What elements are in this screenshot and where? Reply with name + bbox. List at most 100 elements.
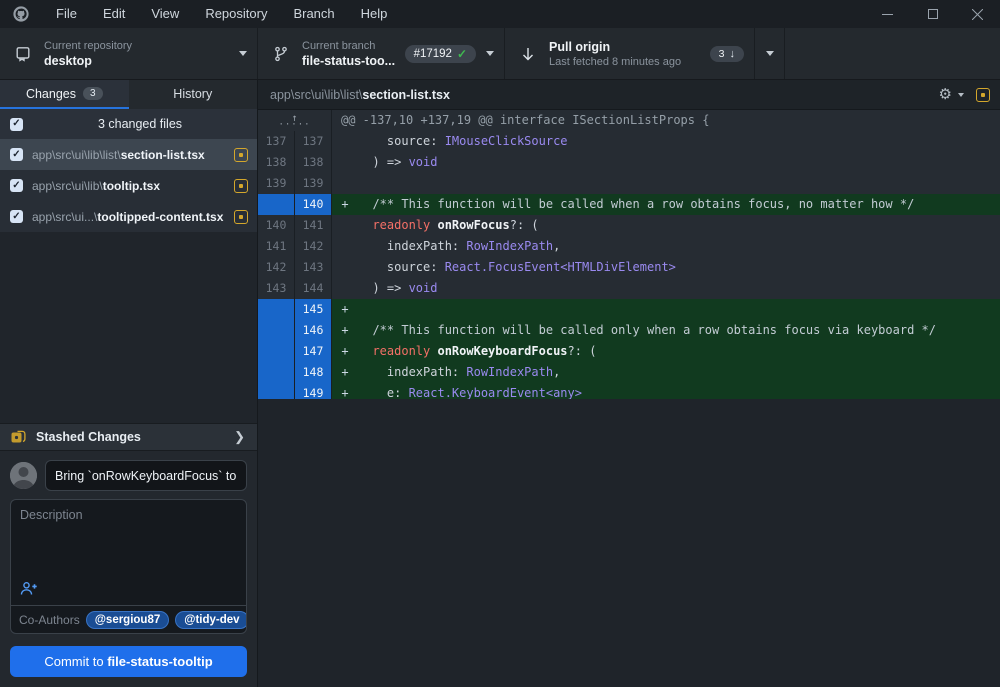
pr-badge[interactable]: #17192 ✓ — [405, 45, 476, 63]
menu-view[interactable]: View — [138, 0, 192, 28]
diff-line[interactable]: 138138 ) => void — [258, 152, 1000, 173]
file-path: app\src\ui\lib\list\section-list.tsx — [32, 148, 228, 162]
file-dir: app\src\ui\lib\ — [32, 179, 103, 193]
pull-options-button[interactable] — [755, 28, 785, 79]
diff-line[interactable]: 137137 source: IMouseClickSource — [258, 131, 1000, 152]
tab-label: History — [173, 87, 212, 101]
file-row[interactable]: ✓app\src\ui...\tooltipped-content.tsx — [0, 201, 257, 232]
pr-number: #17192 — [414, 48, 452, 60]
repository-icon — [14, 46, 32, 62]
pull-origin-button[interactable]: Pull origin Last fetched 8 minutes ago 3… — [505, 28, 755, 79]
old-line-number: 139 — [258, 173, 295, 194]
minimize-button[interactable] — [865, 0, 910, 28]
file-dir: app\src\ui\lib\list\ — [32, 148, 121, 162]
diff-options-caret-icon[interactable] — [958, 93, 964, 97]
new-line-number: 138 — [295, 152, 332, 173]
diff-file-dir: app\src\ui\lib\list\ — [270, 88, 362, 102]
diff-line-marker: + — [332, 362, 358, 383]
commit-button-branch: file-status-tooltip — [107, 654, 212, 669]
coauthor-pill[interactable]: @tidy-dev — [175, 611, 247, 629]
tab-history[interactable]: History — [129, 80, 258, 109]
close-button[interactable] — [955, 0, 1000, 28]
diff-options-gear-icon[interactable]: ⚙ — [939, 87, 952, 102]
menu-branch[interactable]: Branch — [280, 0, 347, 28]
diff-line-marker: + — [332, 383, 358, 399]
diff-line-marker: + — [332, 194, 358, 215]
menu-help[interactable]: Help — [348, 0, 401, 28]
diff-line-marker — [332, 215, 358, 236]
diff-line[interactable]: 140+ /** This function will be called wh… — [258, 194, 1000, 215]
commit-button[interactable]: Commit to file-status-tooltip — [10, 646, 247, 677]
pull-count-badge: 3 ↓ — [710, 46, 744, 62]
diff-line[interactable]: 141142 indexPath: RowIndexPath, — [258, 236, 1000, 257]
diff-line[interactable]: 148+ indexPath: RowIndexPath, — [258, 362, 1000, 383]
expand-hunk-up-button[interactable]: ↑····· — [258, 110, 332, 131]
file-dir: app\src\ui...\ — [32, 210, 97, 224]
commit-summary-input[interactable] — [45, 460, 247, 491]
diff-line[interactable]: 142143 source: React.FocusEvent<HTMLDivE… — [258, 257, 1000, 278]
new-line-number: 137 — [295, 131, 332, 152]
diff-line[interactable]: 139139 — [258, 173, 1000, 194]
changed-files-list: ✓ app\src\ui\lib\list\section-list.tsx ✓ ap… — [0, 139, 257, 232]
current-repository-button[interactable]: Current repository desktop — [0, 28, 258, 79]
chevron-right-icon: ❯ — [234, 429, 245, 445]
checks-passed-icon: ✓ — [457, 47, 467, 61]
diff-code: indexPath: RowIndexPath, — [358, 362, 1000, 383]
arrow-down-icon — [519, 46, 537, 62]
file-row[interactable]: ✓ app\src\ui\lib\tooltip.tsx — [0, 170, 257, 201]
menu-file[interactable]: File — [43, 0, 90, 28]
coauthors-footer: Co-Authors @sergiou87@tidy-dev — [11, 605, 246, 633]
tab-changes[interactable]: Changes3 — [0, 80, 129, 109]
changes-history-tabs: Changes3 History — [0, 80, 257, 109]
diff-line[interactable]: 145+ — [258, 299, 1000, 320]
coauthor-pill[interactable]: @sergiou87 — [86, 611, 170, 629]
file-path: app\src\ui\lib\tooltip.tsx — [32, 179, 228, 193]
diff-code: e: React.KeyboardEvent<any> — [358, 383, 1000, 399]
badge-arrow-down-icon: ↓ — [730, 48, 736, 60]
new-line-number: 144 — [295, 278, 332, 299]
current-branch-button[interactable]: Current branch file-status-too... #17192… — [258, 28, 505, 79]
stashed-changes-row[interactable]: Stashed Changes ❯ — [0, 423, 257, 451]
pull-title: Pull origin — [549, 39, 710, 55]
diff-line-marker — [332, 131, 358, 152]
commit-form: Description Co-Authors @sergiou87@tidy-d… — [0, 451, 257, 687]
diff-code: ) => void — [358, 278, 1000, 299]
diff-file-name: section-list.tsx — [362, 88, 450, 102]
diff-line-marker: + — [332, 299, 358, 320]
menu-repository[interactable]: Repository — [192, 0, 280, 28]
diff-line: ↑·····@@ -137,10 +137,19 @@ interface IS… — [258, 110, 1000, 131]
file-checkbox[interactable]: ✓ — [10, 210, 23, 223]
file-modified-status-icon — [976, 88, 990, 102]
select-all-checkbox[interactable]: ✓ — [10, 118, 23, 131]
menu-edit[interactable]: Edit — [90, 0, 138, 28]
file-name: section-list.tsx — [121, 148, 205, 162]
commit-description-box[interactable]: Description Co-Authors @sergiou87@tidy-d… — [10, 499, 247, 634]
dots-icon: ····· — [278, 123, 310, 128]
branch-icon — [272, 46, 290, 62]
commit-button-prefix: Commit to — [44, 654, 107, 669]
github-logo-icon — [13, 6, 29, 22]
tab-label: Changes — [26, 87, 76, 101]
branch-name: file-status-too... — [302, 53, 405, 69]
diff-line[interactable]: 140141 readonly onRowFocus?: ( — [258, 215, 1000, 236]
diff-code: indexPath: RowIndexPath, — [358, 236, 1000, 257]
maximize-button[interactable] — [910, 0, 955, 28]
github-desktop-window: FileEditViewRepositoryBranchHelp Curr — [0, 0, 1000, 687]
old-line-number — [258, 362, 295, 383]
diff-line[interactable]: 147+ readonly onRowKeyboardFocus?: ( — [258, 341, 1000, 362]
changed-files-header[interactable]: ✓ 3 changed files — [0, 109, 257, 139]
diff-line[interactable]: 149+ e: React.KeyboardEvent<any> — [258, 383, 1000, 399]
diff-line[interactable]: 146+ /** This function will be called on… — [258, 320, 1000, 341]
branch-caret-icon — [486, 51, 494, 56]
diff-line-marker — [332, 257, 358, 278]
description-area[interactable]: Description — [11, 500, 246, 605]
diff-line[interactable]: 143144 ) => void — [258, 278, 1000, 299]
file-checkbox[interactable]: ✓ — [10, 179, 23, 192]
file-row[interactable]: ✓ app\src\ui\lib\list\section-list.tsx — [0, 139, 257, 170]
diff-line-marker — [332, 173, 358, 194]
new-line-number: 149 — [295, 383, 332, 399]
add-coauthor-icon[interactable] — [20, 581, 38, 599]
file-modified-status-icon — [234, 210, 248, 224]
file-checkbox[interactable]: ✓ — [10, 148, 23, 161]
menu-bar: FileEditViewRepositoryBranchHelp — [0, 0, 1000, 28]
